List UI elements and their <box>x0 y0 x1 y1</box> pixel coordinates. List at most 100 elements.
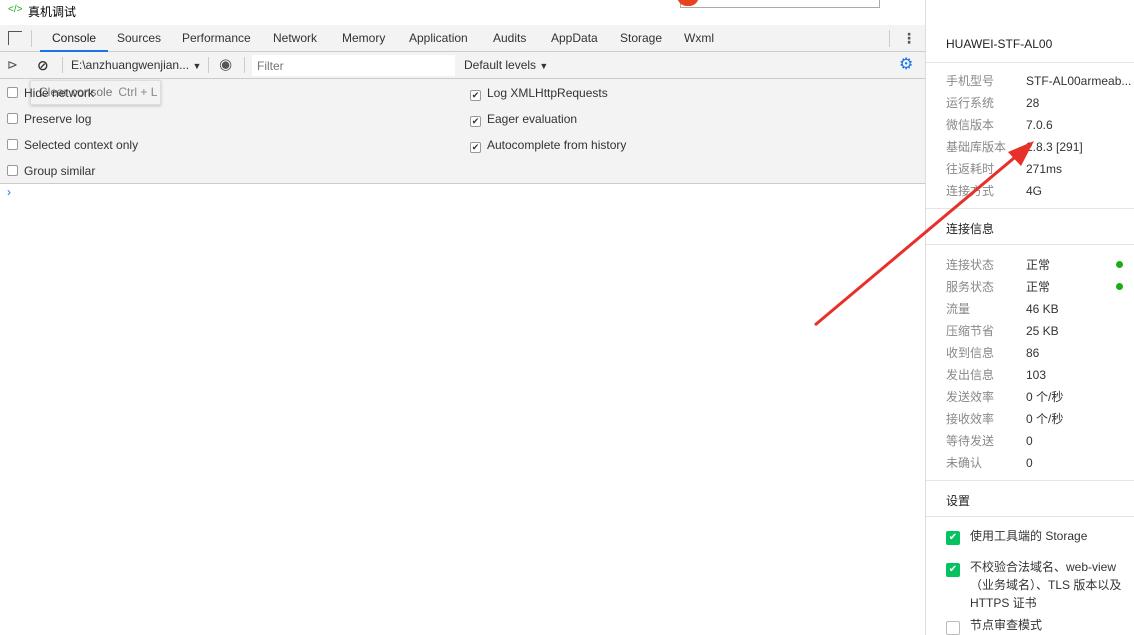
option-label: 使用工具端的 Storage <box>970 529 1088 543</box>
option-label: Selected context only <box>24 138 139 152</box>
divider <box>926 480 1134 481</box>
console-prompt[interactable]: › <box>7 185 11 199</box>
divider <box>244 57 245 73</box>
info-value: 4G <box>1026 184 1043 198</box>
levels-label: Default levels <box>464 58 537 72</box>
info-key: 收到信息 <box>946 346 995 360</box>
autocomplete-checkbox[interactable]: ✔ Autocomplete from history <box>470 137 626 153</box>
dropdown-arrow-icon: ▼ <box>539 61 549 71</box>
device-info-panel: HUAWEI-STF-AL00 手机型号 STF-AL00armeab... 运行系… <box>925 0 1134 635</box>
connection-section-title: 连接信息 <box>946 222 995 236</box>
info-key: 压缩节省 <box>946 324 995 338</box>
info-row: 基础库版本 2.8.3 [291] <box>946 138 1083 154</box>
info-value: 46 KB <box>1026 302 1059 316</box>
log-xhr-checkbox[interactable]: ✔ Log XMLHttpRequests <box>470 85 608 101</box>
tab-console[interactable]: Console <box>40 25 109 52</box>
tab-performance[interactable]: Performance <box>182 25 251 52</box>
selected-context-checkbox[interactable]: Selected context only <box>7 137 138 153</box>
console-settings: Hide network Preserve log Selected conte… <box>0 79 925 184</box>
info-key: 连接方式 <box>946 184 995 198</box>
live-expression-eye-icon[interactable]: ◉ <box>219 52 232 78</box>
divider <box>62 57 63 73</box>
context-select[interactable]: E:\anzhuangwenjian... ▼ <box>71 52 201 78</box>
filter-input[interactable] <box>252 55 455 76</box>
checkbox-checked-icon: ✔ <box>470 142 481 153</box>
checkbox-icon <box>7 139 18 150</box>
info-row: 压缩节省 25 KB <box>946 322 1059 338</box>
preserve-log-checkbox[interactable]: Preserve log <box>7 111 91 127</box>
info-value: 28 <box>1026 96 1040 110</box>
info-value: 7.0.6 <box>1026 118 1053 132</box>
info-key: 未确认 <box>946 456 983 470</box>
info-row: 连接状态 正常 <box>946 256 1050 272</box>
log-levels-select[interactable]: Default levels ▼ <box>464 52 548 78</box>
tab-network[interactable]: Network <box>273 25 317 52</box>
tab-memory[interactable]: Memory <box>342 25 385 52</box>
info-value: 2.8.3 [291] <box>1026 140 1083 154</box>
settings-gear-icon[interactable]: ⚙ <box>899 52 913 78</box>
info-key: 接收效率 <box>946 412 995 426</box>
option-label: Hide network <box>24 86 95 100</box>
info-key: 微信版本 <box>946 118 995 132</box>
tab-application[interactable]: Application <box>409 25 468 52</box>
info-row: 手机型号 STF-AL00armeab... <box>946 72 1131 88</box>
info-key: 等待发送 <box>946 434 995 448</box>
divider <box>926 62 1134 63</box>
info-row: 连接方式 4G <box>946 182 1042 198</box>
use-tool-storage-checkbox[interactable]: ✔ <box>946 531 960 545</box>
info-key: 手机型号 <box>946 74 995 88</box>
dropdown-arrow-icon: ▼ <box>192 61 202 71</box>
option-label: Log XMLHttpRequests <box>487 86 608 100</box>
tab-bar: Console Sources Performance Network Memo… <box>0 25 925 52</box>
status-ok-dot <box>1116 261 1123 268</box>
info-key: 服务状态 <box>946 280 995 294</box>
settings-section-title: 设置 <box>946 494 971 508</box>
divider <box>208 57 209 73</box>
divider <box>889 30 890 47</box>
option-label: Group similar <box>24 164 96 178</box>
tab-audits[interactable]: Audits <box>493 25 526 52</box>
devtools-panel: Console Sources Performance Network Memo… <box>0 25 925 635</box>
eager-evaluation-checkbox[interactable]: ✔ Eager evaluation <box>470 111 577 127</box>
inspect-element-icon[interactable] <box>8 31 22 45</box>
info-key: 发出信息 <box>946 368 995 382</box>
tab-wxml[interactable]: Wxml <box>684 25 714 52</box>
info-value: 25 KB <box>1026 324 1059 338</box>
info-key: 运行系统 <box>946 96 995 110</box>
checkbox-icon <box>7 113 18 124</box>
info-value: 0 个/秒 <box>1026 390 1064 404</box>
info-value: STF-AL00armeab... <box>1026 74 1132 88</box>
info-row: 未确认 0 <box>946 454 1033 470</box>
info-key: 连接状态 <box>946 258 995 272</box>
hide-network-checkbox[interactable]: Hide network <box>7 85 94 101</box>
info-row: 等待发送 0 <box>946 432 1033 448</box>
console-toolbar: ⊳ ⊘ E:\anzhuangwenjian... ▼ ◉ Default le… <box>0 52 925 79</box>
floating-toolbar[interactable] <box>677 0 880 8</box>
tab-appdata[interactable]: AppData <box>551 25 598 52</box>
context-label: E:\anzhuangwenjian... <box>71 58 190 72</box>
tab-sources[interactable]: Sources <box>117 25 161 52</box>
info-value: 正常 <box>1026 258 1051 272</box>
window-title: 真机调试 <box>28 5 77 19</box>
node-inspect-checkbox[interactable] <box>946 621 960 635</box>
divider <box>31 30 32 47</box>
info-value: 0 <box>1026 434 1033 448</box>
info-row: 接收效率 0 个/秒 <box>946 410 1063 426</box>
group-similar-checkbox[interactable]: Group similar <box>7 163 95 179</box>
info-key: 流量 <box>946 302 971 316</box>
info-value: 103 <box>1026 368 1047 382</box>
info-value: 正常 <box>1026 280 1051 294</box>
more-menu-icon[interactable]: ⋮ <box>902 30 916 47</box>
info-value: 271ms <box>1026 162 1063 176</box>
sidebar-toggle-icon[interactable]: ⊳ <box>7 52 18 78</box>
skip-domain-check-checkbox[interactable]: ✔ <box>946 563 960 577</box>
info-row: 运行系统 28 <box>946 94 1039 110</box>
divider <box>926 516 1134 517</box>
option-label: Eager evaluation <box>487 112 578 126</box>
clear-console-icon[interactable]: ⊘ <box>37 52 49 78</box>
divider <box>926 244 1134 245</box>
info-value: 0 个/秒 <box>1026 412 1064 426</box>
option-label: Preserve log <box>24 112 92 126</box>
tab-storage[interactable]: Storage <box>620 25 662 52</box>
devtools-logo-icon: </> <box>8 4 23 15</box>
